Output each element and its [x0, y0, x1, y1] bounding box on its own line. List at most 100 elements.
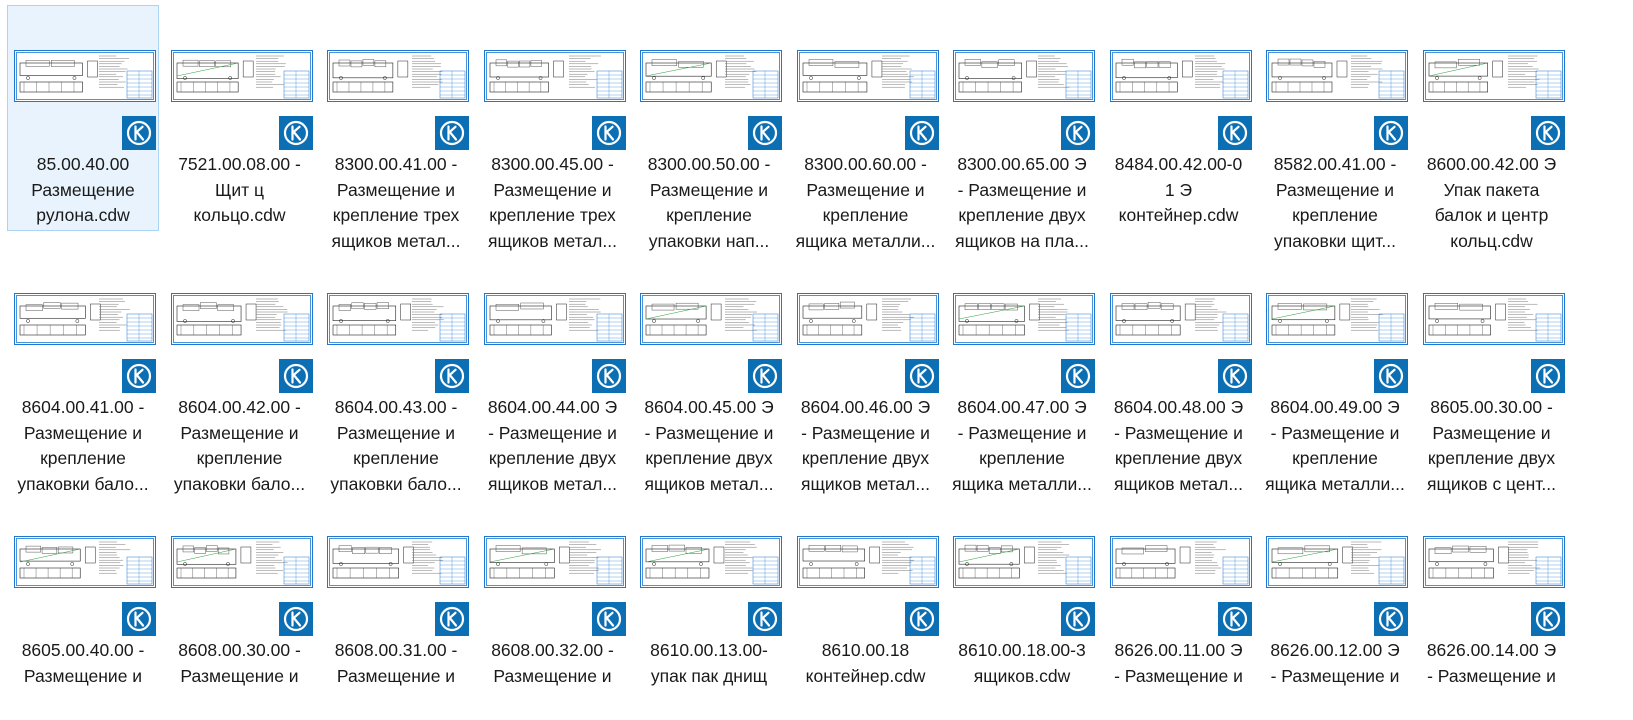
drawing-preview-image: [16, 52, 154, 100]
file-item[interactable]: 8600.00.42.00 Э Упак пакета балок и центр к…: [1416, 5, 1568, 251]
file-item[interactable]: 8484.00.42.00-0 1 Э контейнер.cdw: [1103, 5, 1255, 231]
file-item[interactable]: 8604.00.41.00 - Размещение и крепление упак…: [7, 248, 159, 494]
file-item[interactable]: 8300.00.50.00 - Размещение и крепление упак…: [633, 5, 785, 251]
file-thumbnail: [327, 293, 469, 345]
kompas-cdw-icon-glyph: [909, 363, 934, 389]
file-name: 8608.00.32.00 - Размещение и: [480, 638, 626, 689]
file-item[interactable]: 8300.00.41.00 - Размещение и крепление тре…: [320, 5, 472, 251]
file-item[interactable]: 8610.00.18.00-3 ящиков.cdw: [946, 491, 1098, 717]
file-name-line: крепление: [666, 205, 752, 225]
file-item[interactable]: 8604.00.47.00 Э- Размещение и крепление ящ…: [946, 248, 1098, 494]
file-thumbnail: [483, 293, 626, 345]
kompas-cdw-icon: [1530, 116, 1565, 150]
file-name-line: 8300.00.65.00 Э: [957, 154, 1087, 174]
file-name-line: упак пак днищ: [650, 665, 768, 686]
file-name-line: 8610.00.18.00-3: [958, 640, 1086, 660]
file-name-line: 8484.00.42.00-0: [1114, 154, 1243, 174]
file-name-line: 8610.00.13.00-: [650, 640, 768, 660]
file-thumbnail: [483, 50, 626, 102]
file-name-line: ящиков.cdw: [973, 665, 1071, 686]
file-item[interactable]: 8582.00.41.00 - Размещение и крепление упак…: [1259, 5, 1411, 251]
file-name-line: 8600.00.42.00 Э: [1426, 154, 1557, 174]
file-name-line: Размещение и: [336, 179, 456, 200]
file-item[interactable]: 8604.00.42.00 - Размещение и крепление упак…: [164, 248, 316, 494]
kompas-cdw-icon-glyph: [909, 120, 934, 146]
kompas-cdw-icon: [278, 116, 313, 150]
file-item[interactable]: 8605.00.30.00 - Размещение и крепление дву…: [1416, 248, 1568, 494]
file-item[interactable]: 8626.00.14.00 Э - Размещение и: [1416, 491, 1568, 717]
file-item[interactable]: 8608.00.32.00 - Размещение и: [477, 491, 629, 717]
file-name-line: крепление: [979, 448, 1065, 468]
kompas-cdw-icon: [748, 116, 782, 150]
file-name: 8605.00.30.00 - Размещение и крепление дву…: [1419, 395, 1565, 497]
file-thumbnail: [1422, 293, 1565, 345]
file-item[interactable]: 8604.00.43.00 - Размещение и крепление упак…: [320, 248, 472, 494]
file-thumbnail: [796, 293, 939, 345]
kompas-cdw-icon: [1061, 602, 1095, 636]
drawing-preview-image: [485, 295, 624, 343]
file-name-line: крепление двух: [801, 448, 930, 468]
drawing-preview-image: [1268, 52, 1406, 100]
kompas-cdw-icon: [1374, 359, 1408, 393]
kompas-cdw-icon: [1061, 359, 1095, 393]
kompas-cdw-icon: [122, 359, 156, 393]
kompas-cdw-icon: [1217, 116, 1252, 150]
kompas-cdw-icon-glyph: [596, 120, 621, 146]
file-name: 8610.00.18 контейнер.cdw: [793, 638, 939, 689]
file-name: 8300.00.45.00 - Размещение и крепление тре…: [480, 152, 626, 254]
kompas-cdw-icon-glyph: [1535, 120, 1560, 146]
kompas-cdw-icon: [904, 359, 939, 393]
file-item[interactable]: 8300.00.65.00 Э - Размещение и крепление д…: [946, 5, 1098, 251]
file-thumbnail: [170, 293, 313, 345]
file-name-line: крепление двух: [645, 448, 773, 468]
file-thumbnail: [1266, 536, 1408, 588]
drawing-preview-image: [955, 295, 1093, 343]
file-thumbnail: [483, 536, 626, 588]
file-thumbnail: [640, 293, 782, 345]
file-item[interactable]: 7521.00.08.00 - Щит ц кольцо.cdw: [164, 5, 316, 231]
file-name-line: 8604.00.42.00 -: [178, 397, 301, 417]
file-item[interactable]: 8610.00.18 контейнер.cdw: [790, 491, 942, 717]
file-name-line: 8604.00.41.00 -: [21, 397, 145, 417]
file-name-line: крепление двух: [958, 205, 1086, 225]
kompas-cdw-icon: [591, 116, 626, 150]
file-name-line: Размещение и: [493, 665, 612, 686]
file-name-line: - Размещение и: [1427, 665, 1556, 686]
drawing-preview-image: [798, 52, 937, 100]
file-item[interactable]: 8604.00.49.00 Э- Размещение и крепление ящ…: [1259, 248, 1411, 494]
file-name-line: крепление: [353, 448, 439, 468]
file-item[interactable]: 8626.00.11.00 Э - Размещение и: [1103, 491, 1255, 717]
file-name: 8626.00.12.00 Э - Размещение и: [1262, 638, 1408, 689]
file-name-line: 8300.00.60.00 -: [804, 154, 927, 174]
file-item[interactable]: 8608.00.31.00 - Размещение и: [320, 491, 472, 717]
file-name-line: Размещение и: [649, 179, 769, 200]
kompas-cdw-icon: [1217, 359, 1252, 393]
file-item[interactable]: 8604.00.48.00 Э - Размещение и крепление д…: [1103, 248, 1255, 494]
file-item[interactable]: 8608.00.30.00 - Размещение и: [164, 491, 316, 717]
file-name-line: Размещение и: [336, 422, 456, 443]
file-name-line: крепление трех: [489, 205, 616, 225]
drawing-preview-image: [1424, 538, 1563, 586]
file-name-line: - Размещение и: [1270, 422, 1400, 443]
file-name: 8300.00.65.00 Э - Размещение и крепление д…: [949, 152, 1095, 254]
kompas-cdw-icon-glyph: [439, 120, 465, 146]
file-item[interactable]: 8604.00.46.00 Э - Размещение и крепление д…: [790, 248, 942, 494]
kompas-cdw-icon: [435, 359, 469, 393]
drawing-preview-image: [798, 295, 937, 343]
file-item[interactable]: 8610.00.13.00- упак пак днищ: [633, 491, 785, 717]
file-name-line: 8610.00.18: [821, 640, 910, 660]
file-name-line: 8300.00.41.00 -: [334, 154, 458, 174]
file-name-line: 8608.00.31.00 -: [334, 640, 458, 660]
file-item[interactable]: 8300.00.45.00 - Размещение и крепление тре…: [477, 5, 629, 251]
file-item[interactable]: 8604.00.45.00 Э - Размещение и крепление д…: [633, 248, 785, 494]
kompas-cdw-icon: [748, 602, 782, 636]
file-name-line: 8626.00.14.00 Э: [1426, 640, 1557, 660]
file-name-line: крепление: [822, 205, 909, 225]
file-item[interactable]: 8605.00.40.00 - Размещение и: [7, 491, 159, 717]
file-item[interactable]: 8300.00.60.00 - Размещение и крепление ящик…: [790, 5, 942, 251]
file-item[interactable]: 8626.00.12.00 Э - Размещение и: [1259, 491, 1411, 717]
file-item[interactable]: 8604.00.44.00 Э - Размещение и крепление д…: [477, 248, 629, 494]
file-name: 8608.00.31.00 - Размещение и: [323, 638, 469, 689]
kompas-cdw-icon-glyph: [1065, 606, 1091, 632]
file-item[interactable]: 85.00.40.00 Размещение рулона.cdw: [7, 5, 159, 231]
